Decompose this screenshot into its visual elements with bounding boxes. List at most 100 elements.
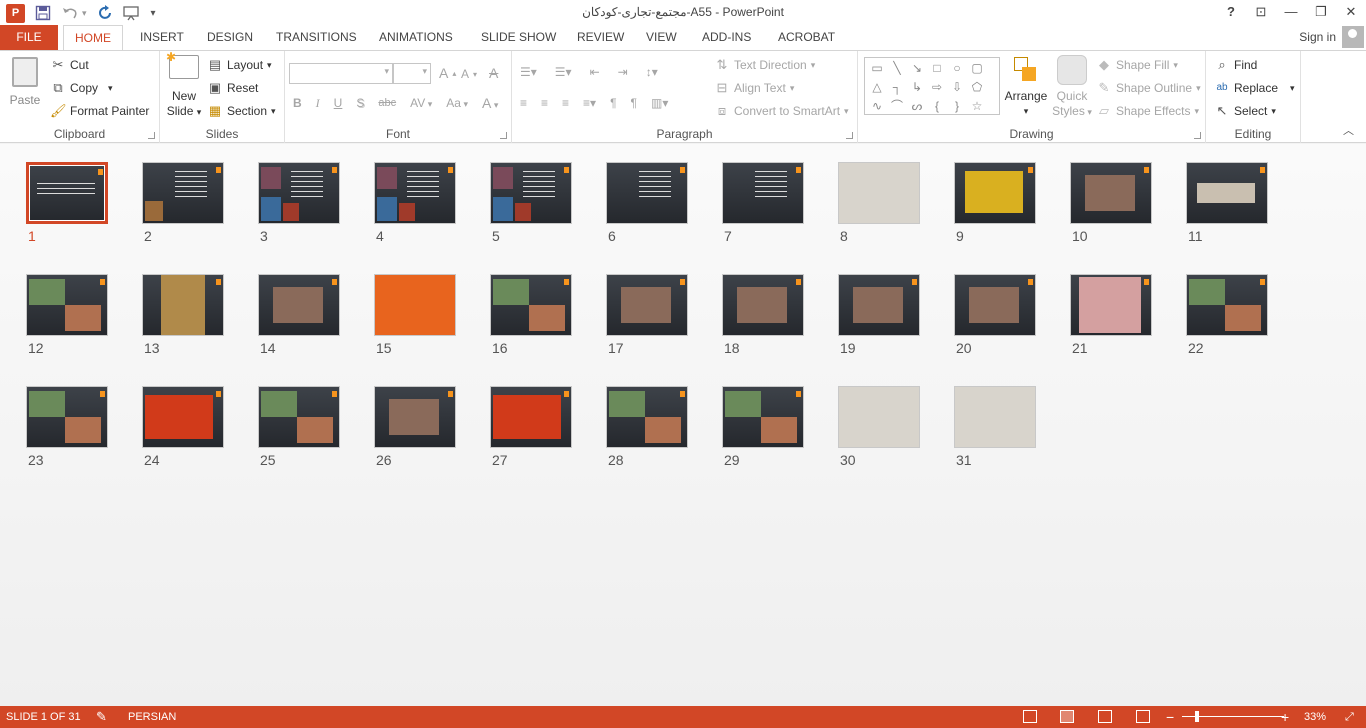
reading-view-icon[interactable] [1098, 710, 1112, 723]
tab-add-ins[interactable]: ADD-INS [702, 25, 751, 50]
slide-thumbnail[interactable] [374, 386, 456, 448]
font-color-button[interactable]: A ▾ [482, 95, 498, 111]
bullets-icon[interactable]: ☰▾ [520, 65, 537, 79]
clipboard-launcher-icon[interactable] [148, 132, 155, 139]
ltr-icon[interactable]: ¶ [610, 96, 616, 110]
rtl-icon[interactable]: ¶ [631, 96, 637, 110]
zoom-in-button[interactable]: + [1281, 706, 1289, 728]
clear-formatting-button[interactable]: A [489, 65, 498, 81]
slide-thumbnail[interactable] [1186, 162, 1268, 224]
slide-thumbnail[interactable] [490, 274, 572, 336]
slide-thumbnail[interactable] [838, 386, 920, 448]
slide-thumbnail[interactable] [490, 162, 572, 224]
close-button[interactable]: ✕ [1336, 0, 1366, 25]
shape-brace-right-icon[interactable]: } [947, 97, 967, 116]
slide-thumbnail[interactable] [26, 274, 108, 336]
italic-button[interactable]: I [316, 96, 320, 111]
arrange-button[interactable]: Arrange ▾ [1004, 55, 1048, 119]
slide-thumbnail[interactable] [954, 162, 1036, 224]
slide-thumbnail[interactable] [142, 274, 224, 336]
slide-thumbnail[interactable] [258, 274, 340, 336]
fit-to-window-icon[interactable]: ⤢ [1345, 706, 1354, 728]
tab-design[interactable]: DESIGN [207, 25, 253, 50]
underline-button[interactable]: U [334, 96, 343, 110]
shape-rectangle-icon[interactable]: □ [927, 59, 947, 78]
align-left-icon[interactable]: ≡ [520, 96, 527, 110]
minimize-button[interactable]: — [1276, 0, 1306, 25]
shape-elbow-icon[interactable]: ┐ [887, 78, 907, 97]
zoom-out-button[interactable]: − [1166, 706, 1174, 728]
slide-thumbnail[interactable] [722, 274, 804, 336]
spelling-check-icon[interactable]: ✎ [96, 706, 107, 728]
shape-fill-button[interactable]: ◆ Shape Fill ▾ [1096, 57, 1178, 73]
slide-thumbnail[interactable] [606, 162, 688, 224]
reset-button[interactable]: ▣ Reset [207, 80, 259, 96]
font-name-combo[interactable]: ▾ [289, 63, 393, 84]
slide-thumbnail[interactable] [954, 274, 1036, 336]
font-launcher-icon[interactable] [500, 132, 507, 139]
convert-smartart-button[interactable]: ⧈ Convert to SmartArt ▾ [714, 103, 849, 119]
shrink-font-button[interactable]: A ▾ [461, 67, 477, 81]
maximize-button[interactable]: ❐ [1306, 0, 1336, 25]
slide-thumbnail[interactable] [142, 162, 224, 224]
shape-line-icon[interactable]: ╲ [887, 59, 907, 78]
slide-thumbnail[interactable] [722, 386, 804, 448]
tab-acrobat[interactable]: ACROBAT [778, 25, 835, 50]
increase-indent-icon[interactable]: ⇥ [618, 65, 628, 79]
shapes-gallery[interactable]: ▭ ╲ ↘ □ ○ ▢ △ ┐ ↳ ⇨ ⇩ ⬠ ∿ ⌒ ᔕ{} ☆ [864, 57, 1000, 115]
slide-thumbnail[interactable] [490, 386, 572, 448]
shape-curve-icon[interactable]: ∿ [867, 97, 887, 116]
new-slide-button[interactable]: ✱ New Slide ▾ [164, 50, 204, 120]
tab-view[interactable]: VIEW [646, 25, 677, 50]
slide-sorter-view-icon[interactable] [1060, 710, 1074, 723]
slide-thumbnail[interactable] [142, 386, 224, 448]
strikethrough-button[interactable]: abc [378, 97, 396, 109]
slide-thumbnail[interactable] [374, 162, 456, 224]
paste-button[interactable]: Paste [6, 57, 44, 108]
shape-right-arrow-icon[interactable]: ⇨ [927, 78, 947, 97]
language-status[interactable]: PERSIAN [128, 706, 176, 728]
character-spacing-button[interactable]: AV ▾ [410, 96, 432, 110]
shape-triangle-icon[interactable]: △ [867, 78, 887, 97]
bold-button[interactable]: B [293, 96, 302, 110]
tab-file[interactable]: FILE [0, 25, 58, 50]
decrease-indent-icon[interactable]: ⇤ [590, 65, 600, 79]
slide-thumbnail[interactable] [1070, 162, 1152, 224]
slide-thumbnail[interactable] [722, 162, 804, 224]
shape-outline-button[interactable]: ✎ Shape Outline ▾ [1096, 80, 1201, 96]
line-spacing-icon[interactable]: ↕▾ [646, 65, 658, 79]
shape-arc-icon[interactable]: ⌒ [887, 97, 907, 116]
help-button[interactable]: ? [1216, 0, 1246, 25]
shape-down-arrow-icon[interactable]: ⇩ [947, 78, 967, 97]
slide-thumbnail[interactable] [606, 274, 688, 336]
align-text-button[interactable]: ⊟ Align Text ▾ [714, 80, 795, 96]
tab-insert[interactable]: INSERT [140, 25, 184, 50]
numbering-icon[interactable]: ☰▾ [555, 65, 572, 79]
shape-freeform-icon[interactable]: ᔕ [907, 97, 927, 116]
replace-button[interactable]: ab Replace ▾ [1214, 80, 1294, 96]
grow-font-button[interactable]: A ▴ [439, 65, 456, 81]
layout-button[interactable]: ▤ Layout ▾ [207, 57, 272, 73]
sign-in-link[interactable]: Sign in [1299, 25, 1336, 50]
shadow-button[interactable]: S [356, 96, 364, 110]
tab-review[interactable]: REVIEW [577, 25, 624, 50]
shape-pentagon-icon[interactable]: ⬠ [967, 78, 987, 97]
slide-thumbnail[interactable] [1186, 274, 1268, 336]
slide-thumbnail[interactable] [1070, 274, 1152, 336]
shape-star-icon[interactable]: ☆ [967, 97, 987, 116]
quick-styles-button[interactable]: Quick Styles ▾ [1050, 55, 1094, 120]
shape-effects-button[interactable]: ▱ Shape Effects ▾ [1096, 103, 1199, 119]
format-painter-button[interactable]: 🖌 Format Painter [50, 103, 149, 119]
columns-icon[interactable]: ▥▾ [651, 96, 668, 110]
copy-button[interactable]: ⧉ Copy ▾ [50, 80, 112, 96]
slide-thumbnail[interactable] [26, 162, 108, 224]
tab-home[interactable]: HOME [63, 25, 123, 50]
drawing-launcher-icon[interactable] [1194, 132, 1201, 139]
slide-thumbnail[interactable] [26, 386, 108, 448]
slide-thumbnail[interactable] [374, 274, 456, 336]
shape-oval-icon[interactable]: ○ [947, 59, 967, 78]
normal-view-icon[interactable] [1023, 710, 1037, 723]
select-button[interactable]: ↖ Select ▾ [1214, 103, 1276, 119]
shape-rounded-rect-icon[interactable]: ▢ [967, 59, 987, 78]
slide-thumbnail[interactable] [954, 386, 1036, 448]
